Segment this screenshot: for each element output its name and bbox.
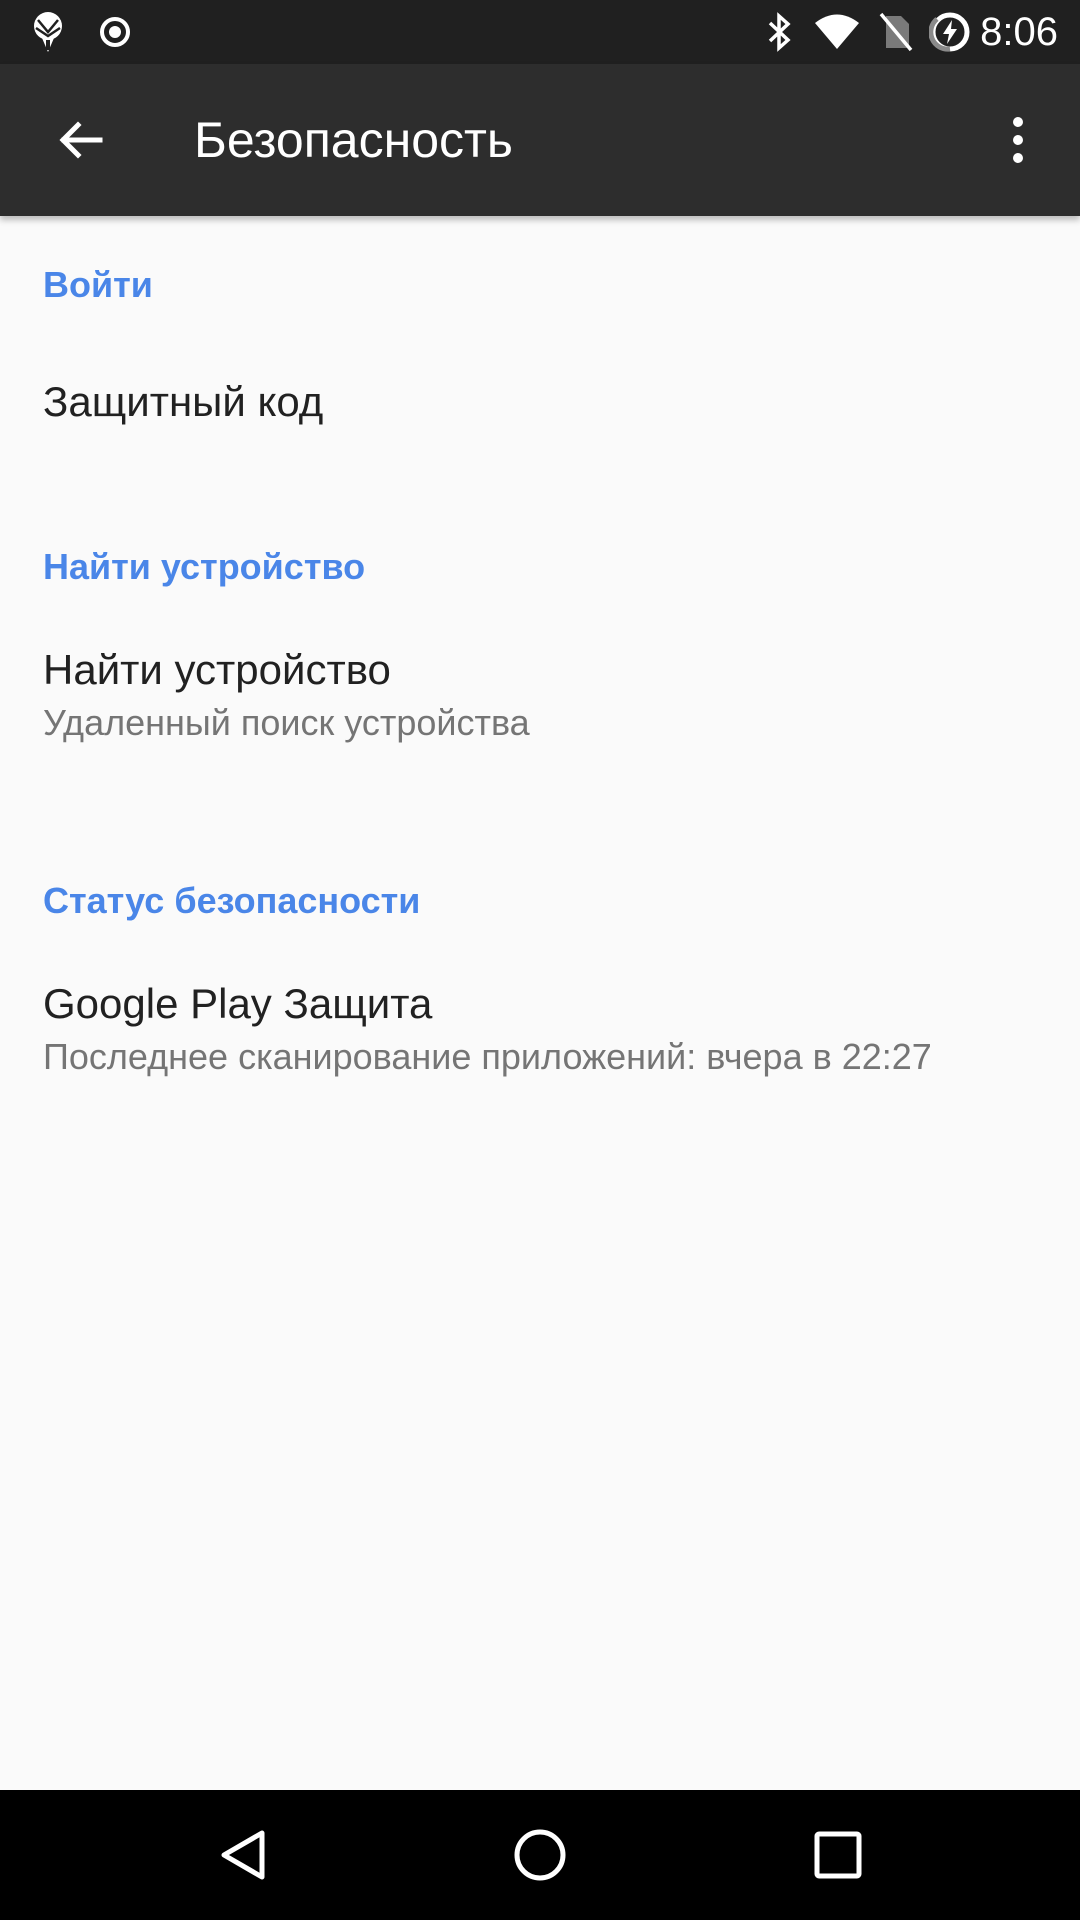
section-header-security-status: Статус безопасности <box>43 880 421 921</box>
back-button[interactable] <box>32 92 128 188</box>
pref-summary: Последнее сканирование приложений: вчера… <box>43 1036 932 1077</box>
status-bar: 8:06 <box>0 0 1080 64</box>
pref-item-security-code[interactable]: Защитный код <box>0 358 1080 498</box>
pref-title: Google Play Защита <box>43 980 433 1027</box>
circle-dot-icon <box>95 0 135 64</box>
more-vert-icon <box>1013 117 1023 163</box>
status-time: 8:06 <box>980 10 1058 54</box>
no-sim-icon <box>876 0 916 64</box>
nav-home-button[interactable] <box>490 1805 590 1905</box>
overflow-menu-button[interactable] <box>970 92 1066 188</box>
section-header-find-device: Найти устройство <box>43 546 366 587</box>
battery-charging-icon <box>928 0 972 64</box>
arrow-back-icon <box>59 121 103 159</box>
nav-back-button[interactable] <box>194 1805 294 1905</box>
pref-summary: Удаленный поиск устройства <box>43 702 530 743</box>
toolbar: Безопасность <box>0 64 1080 216</box>
section-header-sign-in: Войти <box>43 264 153 305</box>
page-title: Безопасность <box>194 112 513 168</box>
navigation-bar <box>0 1790 1080 1920</box>
pref-item-google-play-protect[interactable]: Google Play Защита Последнее сканировани… <box>0 980 1080 1150</box>
wifi-icon <box>812 0 862 64</box>
bluetooth-icon <box>762 0 798 64</box>
back-triangle-icon <box>221 1830 265 1880</box>
app-notification-icon <box>28 0 68 64</box>
recents-square-icon <box>814 1831 862 1879</box>
nav-recents-button[interactable] <box>788 1805 888 1905</box>
pref-title: Найти устройство <box>43 646 391 693</box>
home-circle-icon <box>514 1829 566 1881</box>
pref-title: Защитный код <box>43 378 324 425</box>
pref-item-find-device[interactable]: Найти устройство Удаленный поиск устройс… <box>0 646 1080 816</box>
